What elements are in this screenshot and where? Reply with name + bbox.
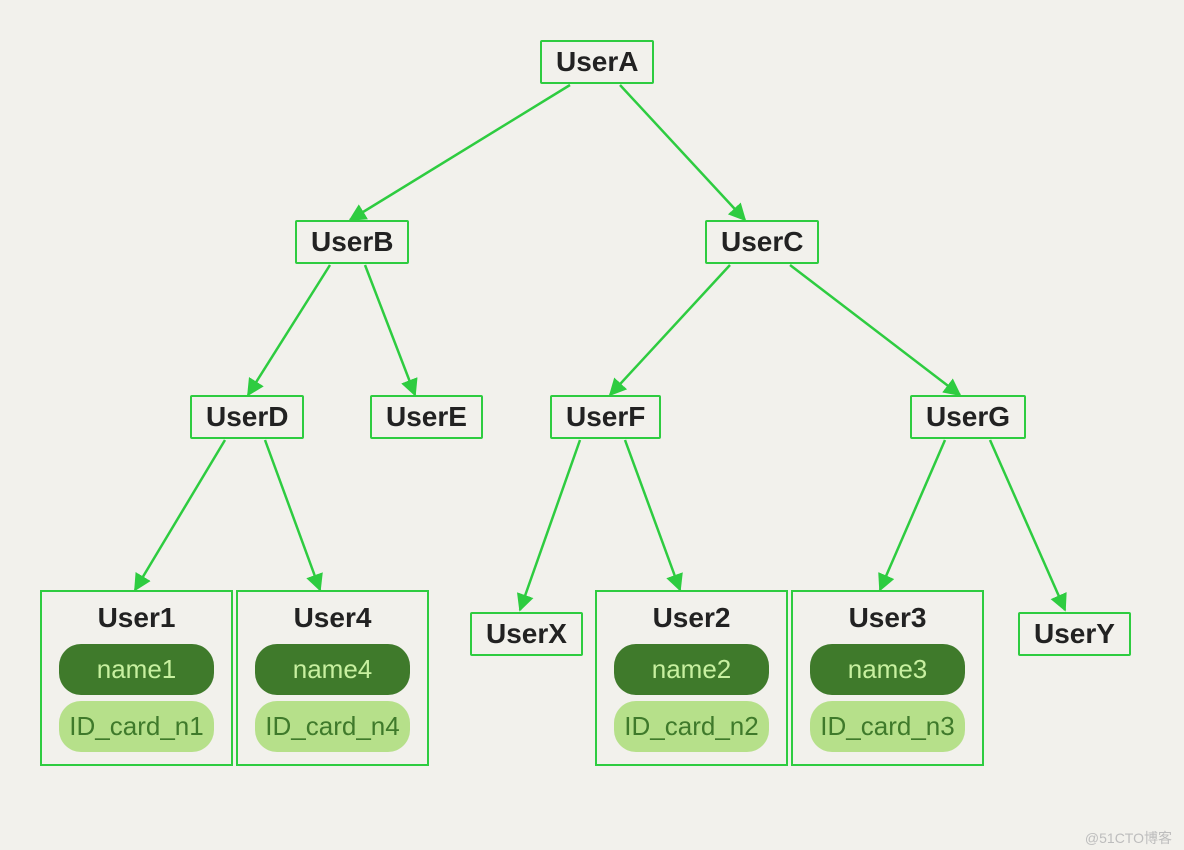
pill-name: name1: [59, 644, 215, 695]
diagram-stage: UserA UserB UserC UserD UserE UserF User…: [0, 0, 1184, 850]
watermark: @51CTO博客: [1085, 828, 1172, 848]
node-userA: UserA: [540, 40, 654, 84]
leaf-user1: User1 name1 ID_card_n1: [40, 590, 233, 766]
node-userE: UserE: [370, 395, 483, 439]
node-userG: UserG: [910, 395, 1026, 439]
leaf-title: User1: [50, 602, 223, 634]
pill-idcard: ID_card_n2: [614, 701, 770, 752]
pill-name: name3: [810, 644, 966, 695]
node-userX: UserX: [470, 612, 583, 656]
pill-name: name2: [614, 644, 770, 695]
node-userY: UserY: [1018, 612, 1131, 656]
node-userC: UserC: [705, 220, 819, 264]
leaf-user4: User4 name4 ID_card_n4: [236, 590, 429, 766]
pill-idcard: ID_card_n1: [59, 701, 215, 752]
node-userF: UserF: [550, 395, 661, 439]
node-userD: UserD: [190, 395, 304, 439]
pill-idcard: ID_card_n3: [810, 701, 966, 752]
node-userB: UserB: [295, 220, 409, 264]
leaf-title: User3: [801, 602, 974, 634]
leaf-user2: User2 name2 ID_card_n2: [595, 590, 788, 766]
leaf-title: User4: [246, 602, 419, 634]
leaf-user3: User3 name3 ID_card_n3: [791, 590, 984, 766]
leaf-title: User2: [605, 602, 778, 634]
pill-idcard: ID_card_n4: [255, 701, 411, 752]
pill-name: name4: [255, 644, 411, 695]
